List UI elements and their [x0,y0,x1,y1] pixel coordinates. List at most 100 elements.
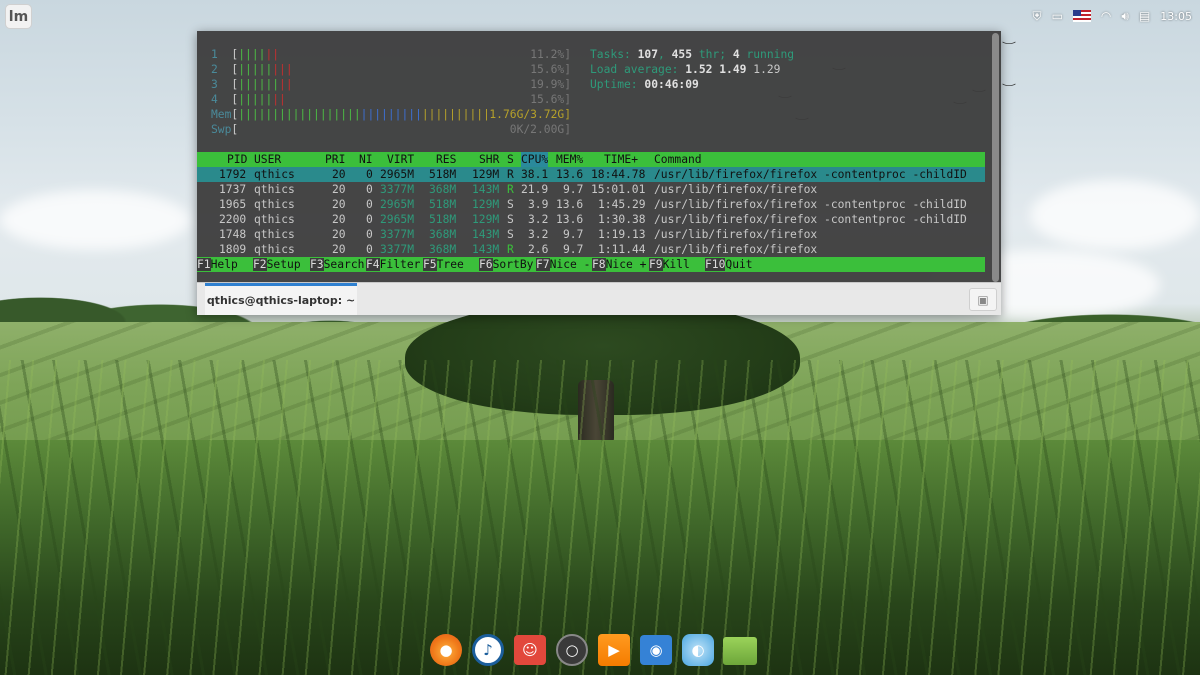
dock: ● ♪ ☺ ○ ▶ ◉ ◐ [428,632,758,668]
process-row[interactable]: 1809 qthics 20 0 3377M 368M 143M R 2.6 9… [197,242,985,257]
col-mem[interactable]: MEM% [556,152,583,167]
user: qthics [254,228,295,241]
col-time[interactable]: TIME+ [604,152,638,167]
f9-kill-button[interactable]: F9Kill [649,257,704,272]
us-flag-icon[interactable] [1072,10,1091,22]
state: S [507,228,514,241]
obs-icon[interactable]: ○ [556,634,588,666]
virt: 3377M [380,183,415,196]
time: 1:19.13 [598,228,646,241]
shield-icon[interactable]: ⛨ [1033,9,1042,24]
time: 1:11.44 [598,243,646,256]
command: /usr/lib/firefox/firefox -contentproc -c… [654,213,967,226]
col-cpu[interactable]: CPU% [521,152,549,167]
browser-icon[interactable]: ◐ [682,634,714,666]
f1-help-button[interactable]: F1Help [197,257,252,272]
gimp-icon[interactable]: ☺ [514,635,546,665]
bird: ︶ [1002,41,1016,52]
col-pri[interactable]: PRI [325,152,345,167]
rhythmbox-icon[interactable]: ♪ [472,634,504,666]
cpu-meter-2: 2 [|||||||| 15.6%] [211,63,571,76]
f8-nice-plus-button[interactable]: F8Nice + [592,257,647,272]
mem: 13.6 [556,213,584,226]
cpu: 38.1 [521,168,549,181]
process-row[interactable]: 1965 qthics 20 0 2965M 518M 129M S 3.9 1… [197,197,985,212]
htop-screen[interactable]: 1 [|||||| 11.2%] 2 [|||||||| 15.6%] 3 [|… [197,31,987,282]
terminal-window[interactable]: 1 [|||||| 11.2%] 2 [|||||||| 15.6%] 3 [|… [197,31,1001,315]
pid: 1809 [219,243,247,256]
virt: 3377M [380,228,415,241]
col-virt[interactable]: VIRT [387,152,414,167]
f5-tree-button[interactable]: F5Tree [423,257,478,272]
col-pid[interactable]: PID [227,152,247,167]
system-tray: ⛨ ▭ ◠ 🔊︎ ▤ 13:05 [1033,0,1192,32]
ni: 0 [366,213,373,226]
virt: 2965M [380,198,415,211]
new-tab-icon[interactable]: ▣ [969,288,997,311]
cpu: 3.2 [528,213,549,226]
f4-filter-button[interactable]: F4Filter [366,257,421,272]
virt: 2965M [380,213,415,226]
mem: 9.7 [563,228,584,241]
panel-clock[interactable]: 13:05 [1160,10,1192,23]
cloud [1030,180,1200,250]
process-row[interactable]: 2200 qthics 20 0 2965M 518M 129M S 3.2 1… [197,212,985,227]
pid: 1737 [219,183,247,196]
command: /usr/lib/firefox/firefox [654,228,818,241]
res: 368M [429,243,457,256]
ni: 0 [366,168,373,181]
ni: 0 [366,198,373,211]
col-command[interactable]: Command [654,152,702,167]
firefox-icon[interactable]: ● [430,634,462,666]
mem-meter: Mem[||||||||||||||||||||||||||||||||||||… [211,108,571,121]
function-key-bar: F1Help F2Setup F3Search F4Filter F5Tree … [197,257,985,272]
res: 518M [429,168,457,181]
col-user[interactable]: USER [254,152,281,167]
shr: 129M [472,213,500,226]
time: 1:30.38 [598,213,646,226]
process-row[interactable]: 1748 qthics 20 0 3377M 368M 143M S 3.2 9… [197,227,985,242]
linux-mint-menu-icon[interactable]: lm [5,4,32,29]
wifi-icon[interactable]: ◠ [1101,9,1111,23]
f7-nice-minus-button[interactable]: F7Nice - [536,257,591,272]
files-icon[interactable] [723,637,757,665]
f2-setup-button[interactable]: F2Setup [253,257,308,272]
time: 1:45.29 [598,198,646,211]
shr: 143M [472,228,500,241]
state: R [507,168,514,181]
process-row[interactable]: 1737 qthics 20 0 3377M 368M 143M R 21.9 … [197,182,985,197]
process-table-header: PID USER PRI NI VIRT RES SHR S CPU% MEM%… [197,152,985,167]
terminal-scrollbar[interactable] [992,33,999,282]
col-shr[interactable]: SHR [479,152,499,167]
screenshot-icon[interactable]: ◉ [640,635,672,665]
volume-icon[interactable]: 🔊︎ [1121,9,1129,24]
vlc-icon[interactable]: ▶ [598,634,630,666]
f3-search-button[interactable]: F3Search [310,257,365,272]
col-s[interactable]: S [507,152,514,167]
f10-quit-button[interactable]: F10Quit [705,257,753,272]
ni: 0 [366,228,373,241]
terminal-tab[interactable]: qthics@qthics-laptop: ~ [205,283,357,315]
shr: 129M [472,168,500,181]
time: 15:01.01 [591,183,646,196]
mem: 9.7 [563,243,584,256]
pri: 20 [332,213,346,226]
ni: 0 [366,183,373,196]
process-row-selected[interactable]: 1792 qthics 20 0 2965M 518M 129M R 38.1 … [197,167,985,182]
pid: 2200 [219,213,247,226]
swap-meter: Swp[ 0K/2.00G] [211,123,571,136]
f6-sortby-button[interactable]: F6SortBy [479,257,534,272]
clipboard-icon[interactable]: ▤ [1139,9,1150,23]
terminal-tab-bar: qthics@qthics-laptop: ~ ▣ [197,282,1001,315]
command: /usr/lib/firefox/firefox [654,183,818,196]
network-card-icon[interactable]: ▭ [1052,9,1063,23]
command: /usr/lib/firefox/firefox -contentproc -c… [654,168,967,181]
col-res[interactable]: RES [436,152,456,167]
res: 368M [429,228,457,241]
cpu-meter-1: 1 [|||||| 11.2%] [211,48,571,61]
cpu-meter-3: 3 [|||||||| 19.9%] [211,78,571,91]
col-ni[interactable]: NI [359,152,373,167]
cpu: 2.6 [528,243,549,256]
cpu: 3.9 [528,198,549,211]
pri: 20 [332,168,346,181]
